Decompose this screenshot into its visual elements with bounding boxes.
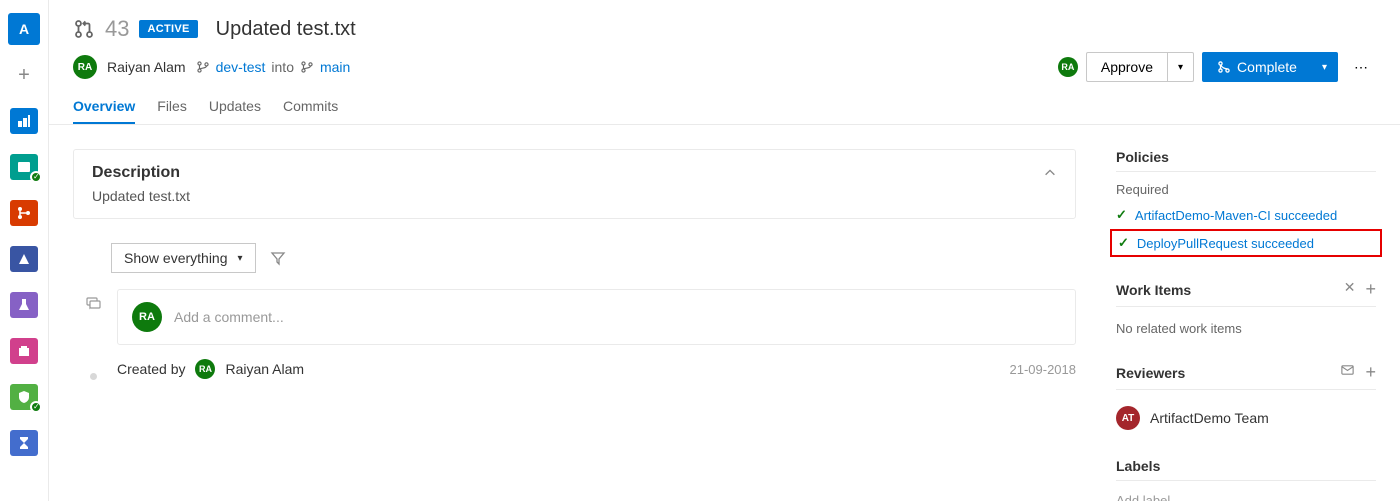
policy-link[interactable]: DeployPullRequest — [1137, 236, 1248, 251]
pull-request-icon — [73, 18, 95, 40]
reviewers-title: Reviewers — [1116, 365, 1185, 381]
check-icon: ✓ — [1118, 235, 1129, 251]
comment-input[interactable]: RA Add a comment... — [117, 289, 1076, 345]
comment-placeholder: Add a comment... — [174, 309, 284, 325]
pr-number: 43 — [105, 16, 129, 42]
policies-section: Policies Required ✓ ArtifactDemo-Maven-C… — [1116, 149, 1376, 257]
pr-status-badge: ACTIVE — [139, 20, 197, 38]
workitems-section: Work Items ✕ + No related work items — [1116, 279, 1376, 340]
policies-required-label: Required — [1116, 182, 1376, 197]
target-branch-link[interactable]: main — [320, 59, 350, 75]
current-user-avatar[interactable]: RA — [1058, 57, 1078, 77]
pr-actions: RA Approve ▾ Complete ▾ ⋯ — [1058, 52, 1376, 82]
timeline-dot-icon — [90, 373, 97, 380]
org-logo[interactable]: A — [8, 13, 40, 45]
add-reviewer-button[interactable]: + — [1365, 362, 1376, 383]
policies-title: Policies — [1116, 149, 1169, 165]
global-nav: A + — [0, 0, 49, 501]
nav-hourglass[interactable] — [8, 427, 40, 459]
chevron-down-icon: ▾ — [238, 253, 243, 264]
policy-link[interactable]: ArtifactDemo-Maven-CI — [1135, 208, 1271, 223]
workitems-empty: No related work items — [1116, 317, 1376, 340]
collapse-icon[interactable] — [1043, 166, 1057, 180]
reviewer-name: ArtifactDemo Team — [1150, 410, 1269, 426]
complete-dropdown[interactable]: ▾ — [1312, 52, 1338, 82]
complete-button[interactable]: Complete — [1202, 52, 1312, 82]
policy-item-highlighted[interactable]: ✓ DeployPullRequest succeeded — [1110, 229, 1382, 257]
discussion-icon — [83, 289, 103, 311]
approve-button[interactable]: Approve — [1086, 52, 1168, 82]
tab-overview[interactable]: Overview — [73, 90, 135, 124]
description-card: Description Updated test.txt — [73, 149, 1076, 219]
chevron-down-icon: ▾ — [1322, 62, 1327, 73]
approve-dropdown[interactable]: ▾ — [1168, 52, 1194, 82]
nav-boards[interactable] — [8, 151, 40, 183]
more-actions-button[interactable]: ⋯ — [1346, 53, 1376, 82]
author-avatar: RA — [73, 55, 97, 79]
add-label-input[interactable]: Add label — [1116, 491, 1170, 501]
check-icon: ✓ — [1116, 207, 1127, 223]
creator-name[interactable]: Raiyan Alam — [225, 361, 304, 377]
description-heading: Description — [92, 164, 180, 182]
close-icon[interactable]: ✕ — [1344, 279, 1356, 300]
pr-tabs: Overview Files Updates Commits — [73, 90, 1376, 124]
activity-filter-dropdown[interactable]: Show everything ▾ — [111, 243, 256, 273]
nav-dashboards[interactable] — [8, 105, 40, 137]
add-workitem-button[interactable]: + — [1365, 279, 1376, 300]
tab-commits[interactable]: Commits — [283, 90, 338, 124]
mail-icon[interactable] — [1340, 362, 1355, 383]
nav-artifacts[interactable] — [8, 335, 40, 367]
reviewers-section: Reviewers + AT ArtifactDemo Team — [1116, 362, 1376, 436]
created-by-label: Created by — [117, 361, 185, 377]
into-label: into — [271, 59, 294, 75]
tab-files[interactable]: Files — [157, 90, 187, 124]
created-event: Created by RA Raiyan Alam 21-09-2018 — [117, 359, 1076, 379]
chevron-down-icon: ▾ — [1178, 62, 1183, 73]
creator-avatar: RA — [195, 359, 215, 379]
comment-avatar: RA — [132, 302, 162, 332]
merge-icon — [1217, 60, 1231, 74]
nav-repos[interactable] — [8, 197, 40, 229]
branch-info: dev-test into main — [196, 59, 351, 75]
reviewer-item[interactable]: AT ArtifactDemo Team — [1116, 400, 1376, 436]
nav-pipelines[interactable] — [8, 243, 40, 275]
policy-item[interactable]: ✓ ArtifactDemo-Maven-CI succeeded — [1116, 203, 1376, 227]
pr-header: 43 ACTIVE Updated test.txt RA Raiyan Ala… — [49, 0, 1400, 125]
workitems-title: Work Items — [1116, 282, 1191, 298]
pr-title: Updated test.txt — [216, 18, 356, 41]
labels-section: Labels Add label — [1116, 458, 1376, 501]
nav-testplans[interactable] — [8, 289, 40, 321]
branch-icon — [300, 60, 314, 74]
reviewer-avatar: AT — [1116, 406, 1140, 430]
filter-icon[interactable] — [270, 250, 286, 266]
labels-title: Labels — [1116, 458, 1160, 474]
created-date: 21-09-2018 — [1010, 362, 1077, 377]
source-branch-link[interactable]: dev-test — [216, 59, 266, 75]
tab-updates[interactable]: Updates — [209, 90, 261, 124]
branch-icon — [196, 60, 210, 74]
add-project-button[interactable]: + — [8, 59, 40, 91]
author-name[interactable]: Raiyan Alam — [107, 59, 186, 75]
description-text: Updated test.txt — [92, 188, 1057, 204]
nav-compliance[interactable] — [8, 381, 40, 413]
